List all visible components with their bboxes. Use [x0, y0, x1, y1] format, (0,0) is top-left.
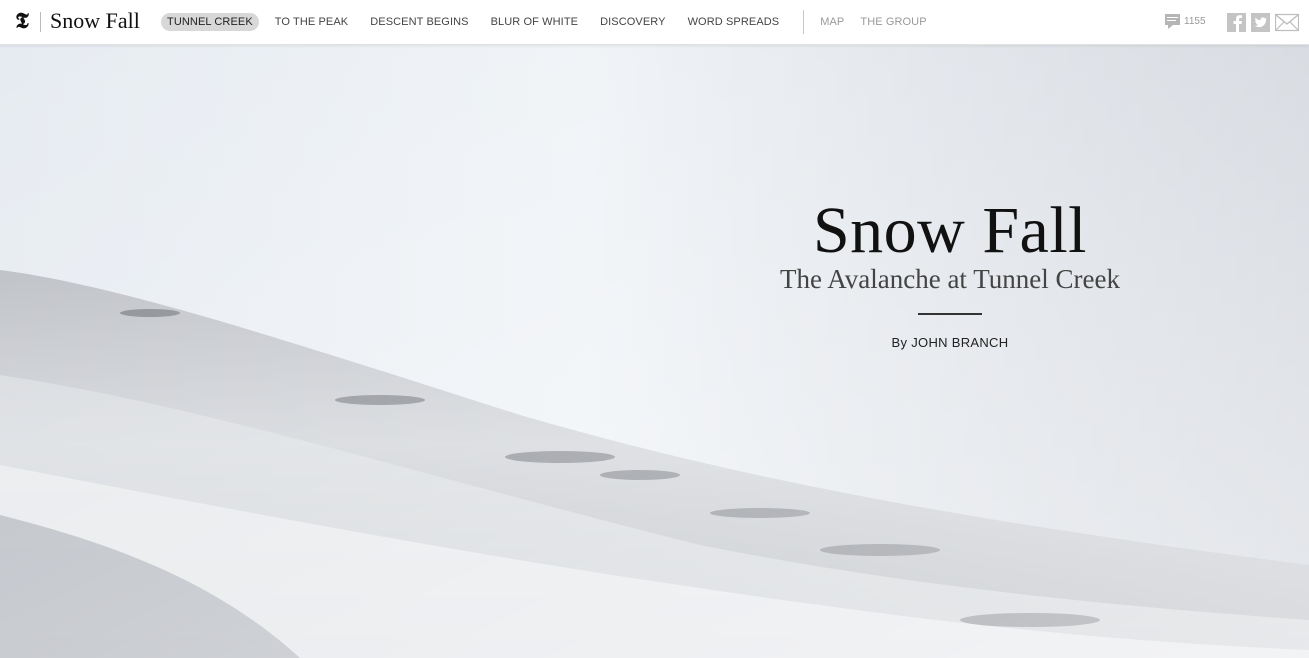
tab-the-group[interactable]: THE GROUP [854, 13, 932, 31]
comment-icon [1164, 13, 1181, 30]
facebook-icon[interactable] [1227, 13, 1246, 32]
snow-slope-illustration [0, 45, 1309, 658]
top-navigation-bar: 𝕿 Snow Fall TUNNEL CREEK TO THE PEAK DES… [0, 0, 1309, 45]
hero-subtitle: The Avalanche at Tunnel Creek [780, 264, 1120, 294]
story-headline: Snow Fall The Avalanche at Tunnel Creek … [700, 194, 1200, 351]
headline-rule [918, 313, 982, 315]
chapter-nav: TUNNEL CREEK TO THE PEAK DESCENT BEGINS … [161, 10, 937, 34]
hero-video-background: Snow Fall The Avalanche at Tunnel Creek … [0, 45, 1309, 658]
comment-count: 1155 [1184, 16, 1206, 27]
logo-divider [40, 12, 41, 32]
tab-discovery[interactable]: DISCOVERY [594, 13, 672, 31]
nyt-logo-icon[interactable]: 𝕿 [12, 9, 32, 33]
email-icon[interactable] [1274, 13, 1300, 32]
story-title[interactable]: Snow Fall [50, 8, 140, 34]
tab-tunnel-creek[interactable]: TUNNEL CREEK [161, 13, 259, 31]
tab-word-spreads[interactable]: WORD SPREADS [682, 13, 786, 31]
byline: By JOHN BRANCH [891, 335, 1009, 350]
comments-button[interactable]: 1155 [1164, 13, 1206, 30]
twitter-icon[interactable] [1251, 13, 1270, 32]
tab-to-the-peak[interactable]: TO THE PEAK [269, 13, 354, 31]
tab-descent-begins[interactable]: DESCENT BEGINS [364, 13, 474, 31]
nav-divider [803, 10, 805, 34]
tab-blur-of-white[interactable]: BLUR OF WHITE [485, 13, 584, 31]
hero-title: Snow Fall [812, 194, 1088, 267]
tab-map[interactable]: MAP [814, 13, 850, 31]
